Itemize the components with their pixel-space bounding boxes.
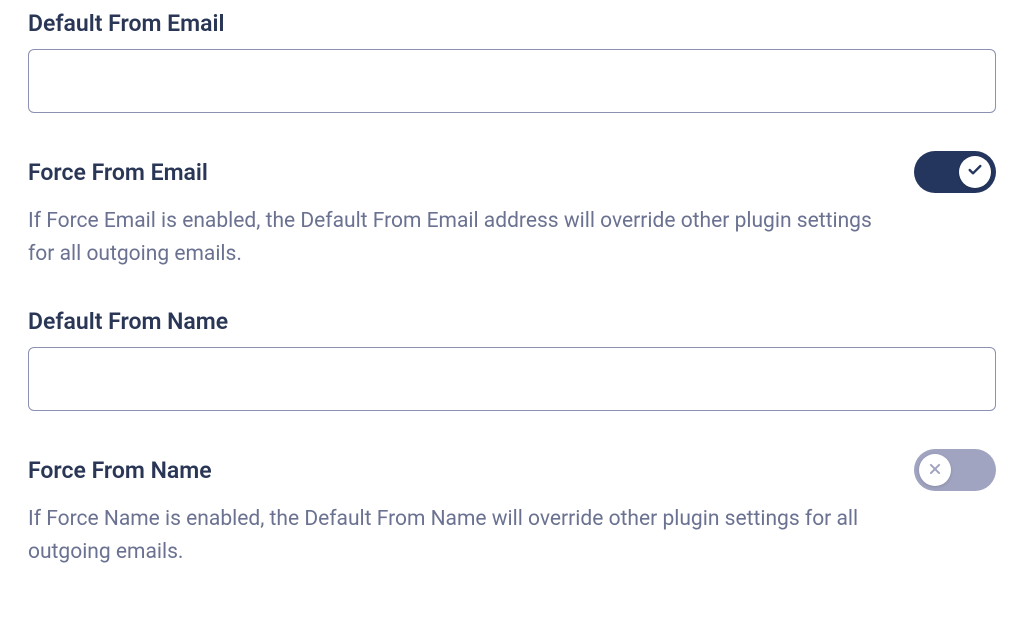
check-icon: [967, 162, 983, 182]
force-from-email-group: Force From Email If Force Email is enabl…: [28, 151, 996, 270]
default-from-email-input[interactable]: [28, 49, 996, 113]
default-from-email-label: Default From Email: [28, 10, 224, 37]
force-from-name-label: Force From Name: [28, 457, 212, 484]
toggle-knob: [919, 454, 951, 486]
force-from-name-description: If Force Name is enabled, the Default Fr…: [28, 503, 900, 568]
default-from-name-label-row: Default From Name: [28, 308, 996, 335]
default-from-name-group: Default From Name: [28, 308, 996, 411]
x-icon: [928, 461, 942, 480]
force-from-email-label: Force From Email: [28, 159, 208, 186]
force-from-email-label-row: Force From Email: [28, 151, 996, 193]
default-from-email-group: Default From Email: [28, 10, 996, 113]
default-from-name-label: Default From Name: [28, 308, 228, 335]
default-from-name-input[interactable]: [28, 347, 996, 411]
force-from-email-description: If Force Email is enabled, the Default F…: [28, 205, 900, 270]
force-from-name-group: Force From Name If Force Name is enabled…: [28, 449, 996, 568]
default-from-email-label-row: Default From Email: [28, 10, 996, 37]
toggle-knob: [959, 156, 991, 188]
force-from-name-label-row: Force From Name: [28, 449, 996, 491]
force-from-name-toggle[interactable]: [914, 449, 996, 491]
force-from-email-toggle[interactable]: [914, 151, 996, 193]
